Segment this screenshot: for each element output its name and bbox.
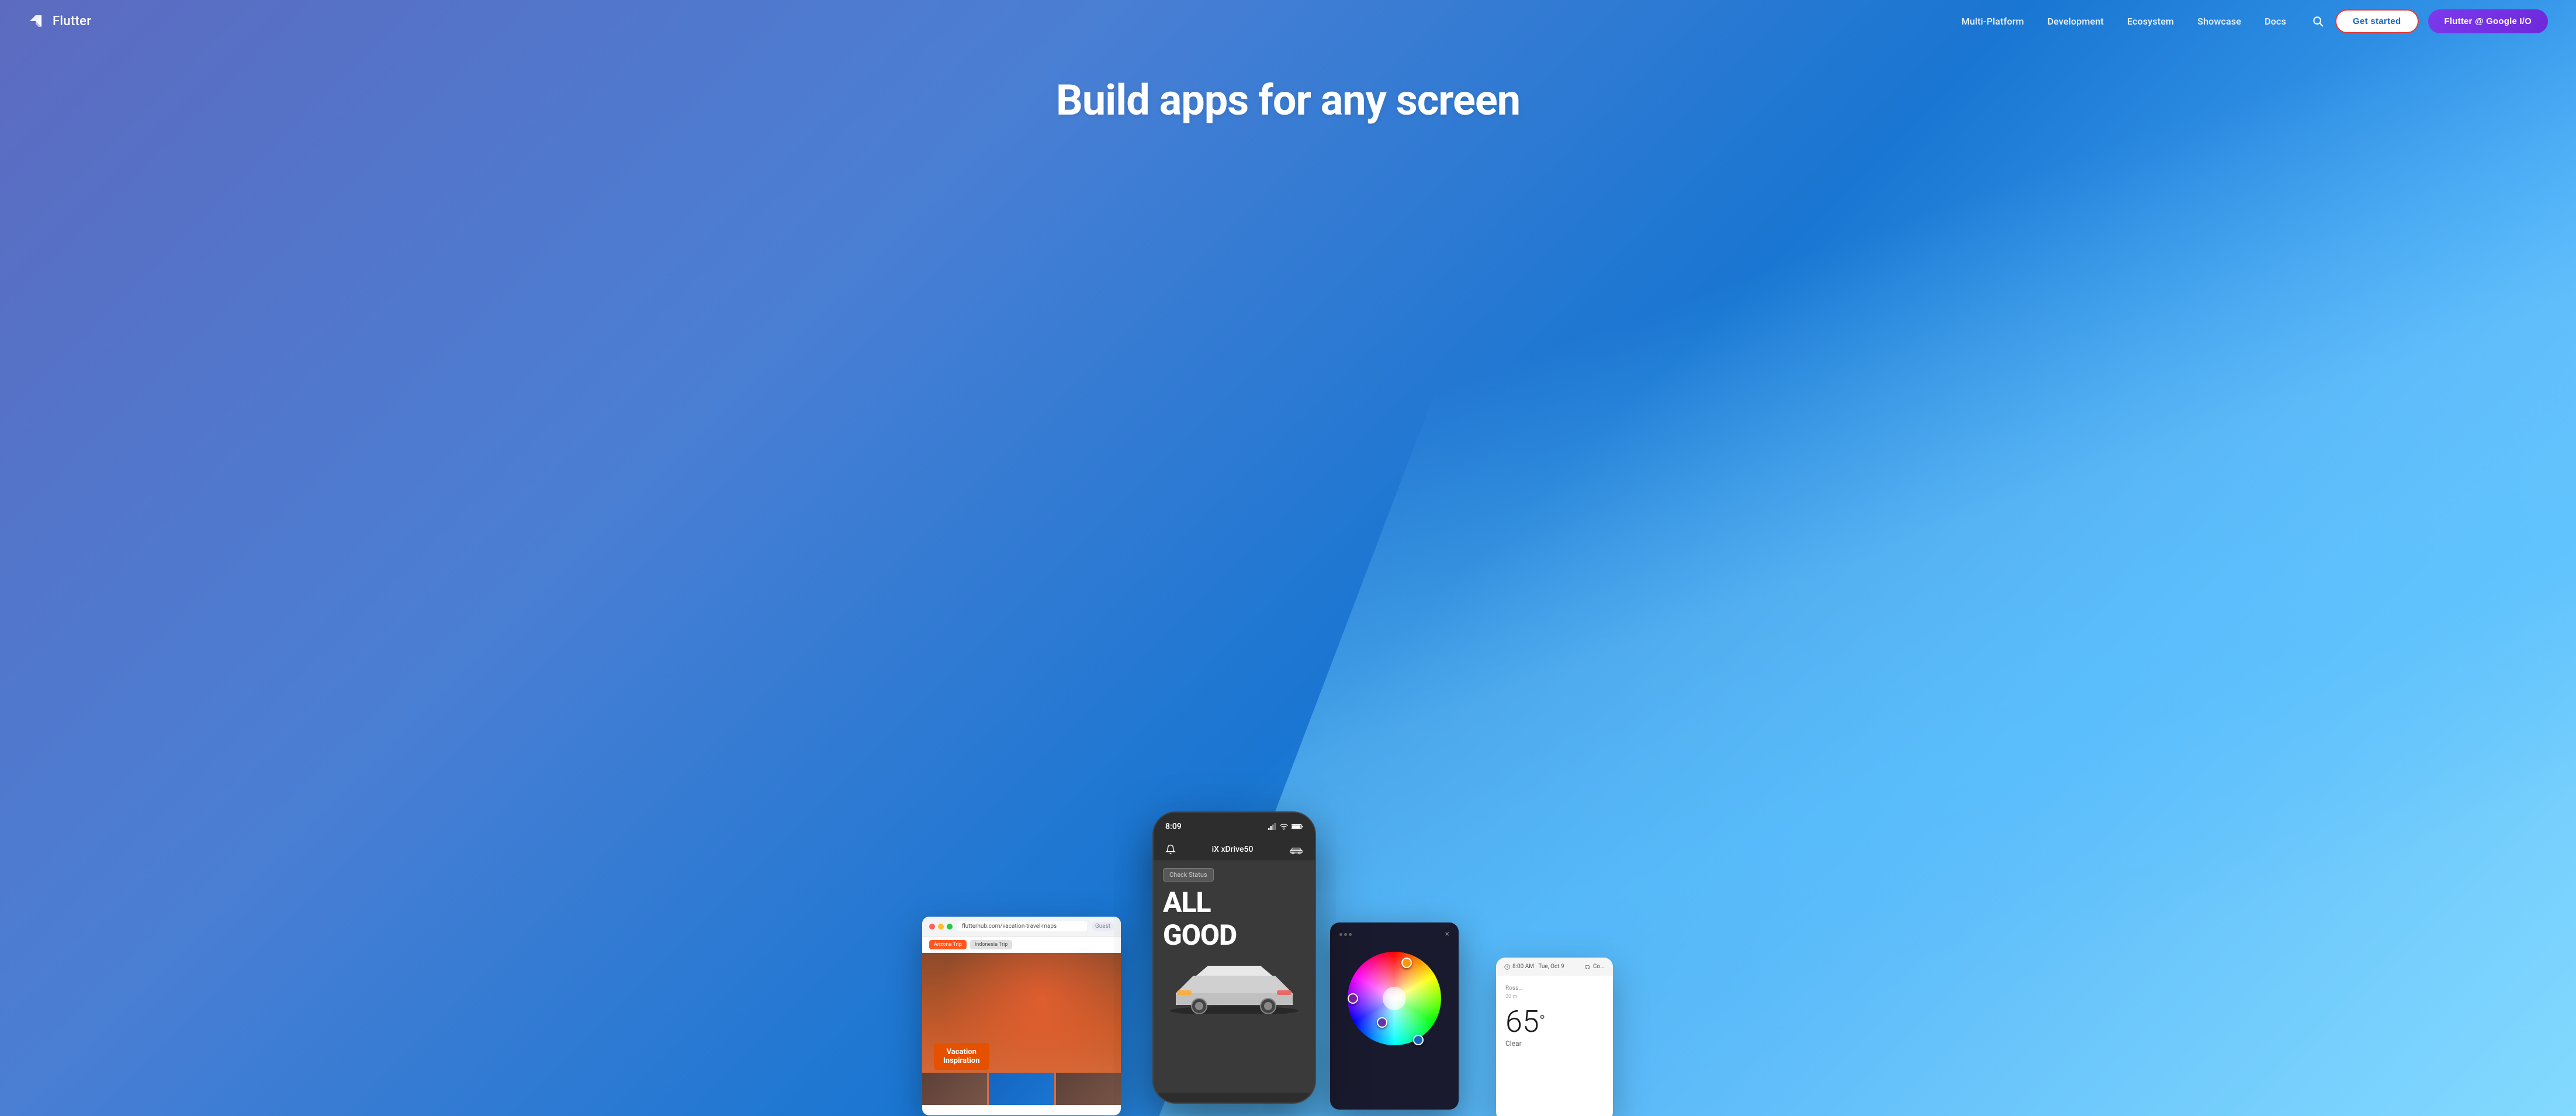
weather-name: Ross...: [1505, 985, 1604, 991]
color-handle-purple-1[interactable]: [1348, 993, 1358, 1004]
navbar: Flutter Multi-Platform Development Ecosy…: [0, 0, 2576, 42]
phone-time: 8:09: [1165, 822, 1182, 831]
minimize-dot: [938, 924, 944, 930]
dot-1: [1339, 933, 1342, 936]
phone-device: 8:09: [1152, 811, 1316, 1104]
close-dot: [929, 924, 935, 930]
signal-icon: [1268, 823, 1276, 830]
weather-header: 8:00 AM · Tue, Oct 9 Co...: [1496, 958, 1613, 976]
phone-big-text-2: GOOD: [1163, 921, 1306, 949]
color-picker-panel: ×: [1330, 922, 1459, 1110]
weather-content: Ross... 20 m 65 ° Clear: [1496, 976, 1613, 1057]
nav-docs[interactable]: Docs: [2265, 16, 2286, 27]
hero-title: Build apps for any screen: [0, 77, 2576, 123]
logo-area[interactable]: Flutter: [28, 12, 91, 30]
mini-image-3: [1056, 1073, 1121, 1105]
check-status-badge: Check Status: [1163, 868, 1214, 882]
color-handle-blue[interactable]: [1413, 1035, 1424, 1045]
dot-2: [1344, 933, 1347, 936]
phone-content: Check Status ALL GOOD: [1154, 861, 1315, 1093]
weather-temperature: 65: [1505, 1007, 1539, 1037]
color-wheel[interactable]: [1348, 952, 1441, 1045]
google-io-button[interactable]: Flutter @ Google I/O: [2428, 9, 2548, 33]
browser-guest-label: Guest: [1092, 922, 1114, 931]
hero-content: Build apps for any screen: [0, 42, 2576, 147]
nav-links: Multi-Platform Development Ecosystem Sho…: [1961, 16, 2286, 27]
three-dots: [1339, 933, 1352, 936]
search-icon: [2312, 15, 2324, 27]
phone-big-text-1: ALL: [1163, 889, 1306, 917]
color-picker-header: ×: [1330, 922, 1459, 946]
browser-bottom-images: [922, 1073, 1121, 1105]
weather-distance: 20 m: [1505, 994, 1604, 1000]
vacation-badge-text: VacationInspiration: [943, 1048, 980, 1065]
browser-content: VacationInspiration: [922, 953, 1121, 1105]
nav-showcase[interactable]: Showcase: [2197, 16, 2241, 27]
search-button[interactable]: [2310, 13, 2326, 29]
clock-icon: [1504, 964, 1510, 970]
browser-tabs: Arizona Trip Indonesia Trip: [922, 937, 1121, 953]
mini-image-1: [922, 1073, 987, 1105]
phone-statusbar: 8:09: [1154, 813, 1315, 838]
browser-titlebar: flutterhub.com/vacation-travel-maps Gues…: [922, 917, 1121, 937]
weather-time: 8:00 AM · Tue, Oct 9: [1504, 963, 1564, 970]
brand-name: Flutter: [53, 14, 91, 29]
browser-traffic-lights: [929, 924, 953, 930]
vacation-badge: VacationInspiration: [934, 1043, 989, 1070]
flutter-logo-icon: [28, 12, 47, 30]
phone-header-title: iX xDrive50: [1212, 845, 1254, 854]
nav-right: Get started Flutter @ Google I/O: [2310, 9, 2548, 33]
nav-ecosystem[interactable]: Ecosystem: [2127, 16, 2174, 27]
car-icon-small: [1585, 964, 1591, 970]
color-picker-close[interactable]: ×: [1445, 930, 1449, 939]
weather-widget: 8:00 AM · Tue, Oct 9 Co... Ross... 20 m …: [1496, 958, 1613, 1116]
weather-condition: Clear: [1505, 1039, 1604, 1048]
wifi-icon: [1280, 823, 1288, 830]
battery-icon: [1292, 823, 1303, 830]
devices-area: flutterhub.com/vacation-travel-maps Gues…: [0, 147, 2576, 1104]
phone-status-icons: [1268, 823, 1303, 830]
dot-3: [1349, 933, 1352, 936]
nav-multi-platform[interactable]: Multi-Platform: [1961, 16, 2024, 27]
mini-image-2: [989, 1073, 1054, 1105]
car-icon: [1289, 844, 1303, 855]
browser-url-bar[interactable]: flutterhub.com/vacation-travel-maps: [957, 921, 1087, 931]
companion-text: Co...: [1593, 963, 1605, 970]
fullscreen-dot: [947, 924, 953, 930]
get-started-button[interactable]: Get started: [2335, 9, 2419, 33]
phone-header: iX xDrive50: [1154, 838, 1315, 861]
browser-window: flutterhub.com/vacation-travel-maps Gues…: [922, 917, 1121, 1115]
bell-icon: [1165, 844, 1176, 855]
browser-tab-inactive[interactable]: Indonesia Trip: [970, 940, 1013, 949]
weather-time-text: 8:00 AM · Tue, Oct 9: [1512, 963, 1564, 970]
page-wrapper: Flutter Multi-Platform Development Ecosy…: [0, 0, 2576, 1116]
nav-development[interactable]: Development: [2048, 16, 2104, 27]
weather-companion: Co...: [1585, 963, 1605, 970]
weather-temp-area: 65 °: [1505, 1007, 1604, 1037]
browser-tab-active[interactable]: Arizona Trip: [929, 940, 967, 949]
car-illustration: [1163, 955, 1306, 1014]
weather-degree: °: [1539, 1011, 1545, 1031]
color-wheel-container[interactable]: [1330, 946, 1459, 1051]
